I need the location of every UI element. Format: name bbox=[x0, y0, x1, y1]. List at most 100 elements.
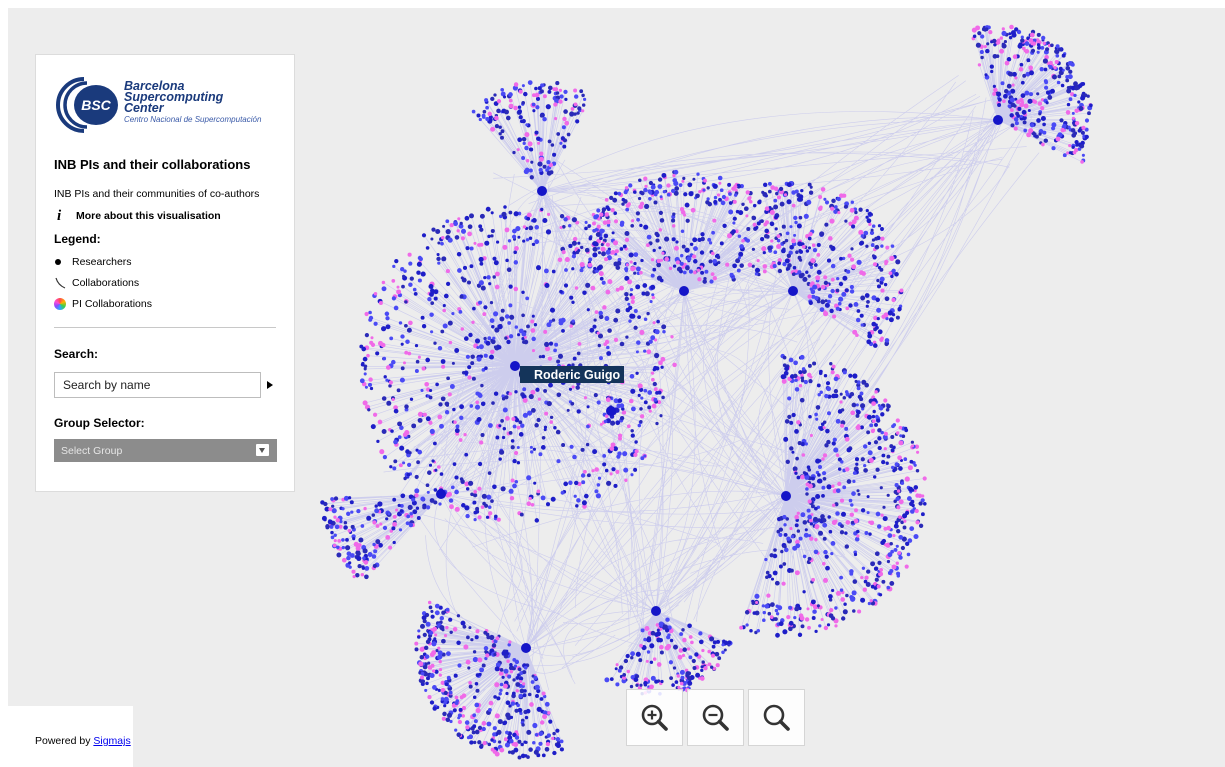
researcher-node[interactable] bbox=[822, 471, 827, 476]
researcher-node[interactable] bbox=[629, 313, 635, 319]
researcher-node[interactable] bbox=[821, 494, 825, 498]
researcher-node[interactable] bbox=[471, 376, 476, 381]
researcher-node[interactable] bbox=[417, 355, 421, 359]
researcher-node[interactable] bbox=[886, 403, 891, 409]
researcher-node[interactable] bbox=[490, 499, 494, 503]
researcher-node[interactable] bbox=[712, 218, 717, 223]
researcher-node[interactable] bbox=[535, 96, 541, 101]
researcher-node[interactable] bbox=[820, 422, 825, 426]
researcher-node[interactable] bbox=[526, 755, 530, 759]
researcher-node[interactable] bbox=[420, 496, 426, 502]
researcher-node[interactable] bbox=[688, 191, 694, 197]
researcher-node[interactable] bbox=[859, 391, 864, 396]
researcher-node[interactable] bbox=[877, 436, 882, 441]
researcher-node[interactable] bbox=[483, 336, 487, 341]
researcher-node[interactable] bbox=[425, 483, 430, 488]
researcher-node[interactable] bbox=[668, 660, 674, 665]
researcher-node[interactable] bbox=[545, 104, 551, 110]
researcher-node[interactable] bbox=[1042, 41, 1046, 45]
researcher-node[interactable] bbox=[666, 192, 671, 197]
researcher-node[interactable] bbox=[992, 38, 997, 44]
researcher-node[interactable] bbox=[629, 684, 634, 689]
researcher-node[interactable] bbox=[571, 385, 575, 389]
researcher-node[interactable] bbox=[525, 158, 530, 163]
researcher-node[interactable] bbox=[682, 176, 686, 180]
researcher-node[interactable] bbox=[624, 186, 629, 190]
researcher-node[interactable] bbox=[679, 669, 685, 675]
researcher-node[interactable] bbox=[474, 702, 480, 708]
researcher-node[interactable] bbox=[866, 511, 870, 515]
researcher-node[interactable] bbox=[661, 395, 665, 400]
researcher-node[interactable] bbox=[914, 508, 919, 514]
researcher-node[interactable] bbox=[428, 395, 433, 400]
researcher-node[interactable] bbox=[487, 471, 492, 475]
researcher-node[interactable] bbox=[528, 496, 532, 501]
researcher-node[interactable] bbox=[428, 283, 434, 290]
researcher-node[interactable] bbox=[872, 409, 876, 414]
researcher-node[interactable] bbox=[812, 361, 817, 366]
researcher-node[interactable] bbox=[851, 219, 857, 225]
researcher-node[interactable] bbox=[505, 115, 511, 121]
researcher-node[interactable] bbox=[890, 549, 894, 554]
researcher-node[interactable] bbox=[624, 296, 629, 301]
researcher-node[interactable] bbox=[835, 306, 840, 311]
researcher-node[interactable] bbox=[819, 231, 825, 237]
researcher-node[interactable] bbox=[478, 672, 482, 677]
researcher-node[interactable] bbox=[511, 234, 517, 239]
researcher-node[interactable] bbox=[526, 324, 530, 329]
researcher-node[interactable] bbox=[652, 657, 657, 661]
researcher-node[interactable] bbox=[586, 424, 590, 429]
researcher-node[interactable] bbox=[917, 493, 923, 498]
researcher-node[interactable] bbox=[490, 738, 494, 742]
researcher-node[interactable] bbox=[1047, 94, 1053, 100]
researcher-node[interactable] bbox=[563, 109, 568, 114]
researcher-node[interactable] bbox=[604, 468, 609, 473]
researcher-node[interactable] bbox=[779, 201, 785, 207]
researcher-node[interactable] bbox=[623, 190, 628, 195]
researcher-node[interactable] bbox=[343, 520, 348, 525]
researcher-node[interactable] bbox=[852, 471, 857, 475]
researcher-node[interactable] bbox=[606, 207, 611, 211]
researcher-node[interactable] bbox=[346, 511, 351, 516]
researcher-node[interactable] bbox=[400, 342, 404, 346]
researcher-node[interactable] bbox=[407, 504, 413, 510]
researcher-node[interactable] bbox=[533, 323, 538, 327]
researcher-node[interactable] bbox=[830, 370, 835, 375]
researcher-node[interactable] bbox=[812, 284, 818, 290]
researcher-node[interactable] bbox=[1027, 98, 1033, 104]
researcher-node[interactable] bbox=[441, 638, 446, 644]
researcher-node[interactable] bbox=[822, 536, 827, 541]
researcher-node[interactable] bbox=[883, 431, 888, 436]
researcher-node[interactable] bbox=[515, 675, 520, 680]
researcher-node[interactable] bbox=[499, 747, 505, 753]
researcher-node[interactable] bbox=[482, 312, 487, 317]
researcher-node[interactable] bbox=[639, 683, 643, 687]
researcher-node[interactable] bbox=[800, 512, 806, 518]
researcher-node[interactable] bbox=[656, 319, 660, 324]
researcher-node[interactable] bbox=[1060, 83, 1065, 88]
researcher-node[interactable] bbox=[434, 468, 438, 472]
researcher-node[interactable] bbox=[887, 533, 893, 538]
researcher-node[interactable] bbox=[672, 178, 677, 183]
researcher-node[interactable] bbox=[587, 262, 593, 268]
researcher-node[interactable] bbox=[448, 340, 453, 345]
researcher-node[interactable] bbox=[797, 441, 802, 446]
researcher-node[interactable] bbox=[363, 560, 369, 565]
researcher-node[interactable] bbox=[351, 569, 356, 574]
researcher-node[interactable] bbox=[997, 97, 1002, 102]
researcher-node[interactable] bbox=[571, 319, 575, 323]
researcher-node[interactable] bbox=[650, 675, 656, 681]
researcher-node[interactable] bbox=[776, 234, 781, 238]
researcher-node[interactable] bbox=[816, 299, 821, 304]
researcher-node[interactable] bbox=[517, 333, 521, 337]
researcher-node[interactable] bbox=[385, 535, 391, 540]
researcher-node[interactable] bbox=[414, 647, 419, 652]
researcher-node[interactable] bbox=[551, 269, 556, 274]
researcher-node[interactable] bbox=[813, 263, 818, 267]
researcher-node[interactable] bbox=[474, 635, 479, 640]
pi-hub-node[interactable] bbox=[781, 491, 791, 501]
researcher-node[interactable] bbox=[364, 574, 369, 580]
researcher-node[interactable] bbox=[422, 632, 427, 638]
researcher-node[interactable] bbox=[379, 522, 383, 526]
researcher-node[interactable] bbox=[807, 274, 811, 278]
